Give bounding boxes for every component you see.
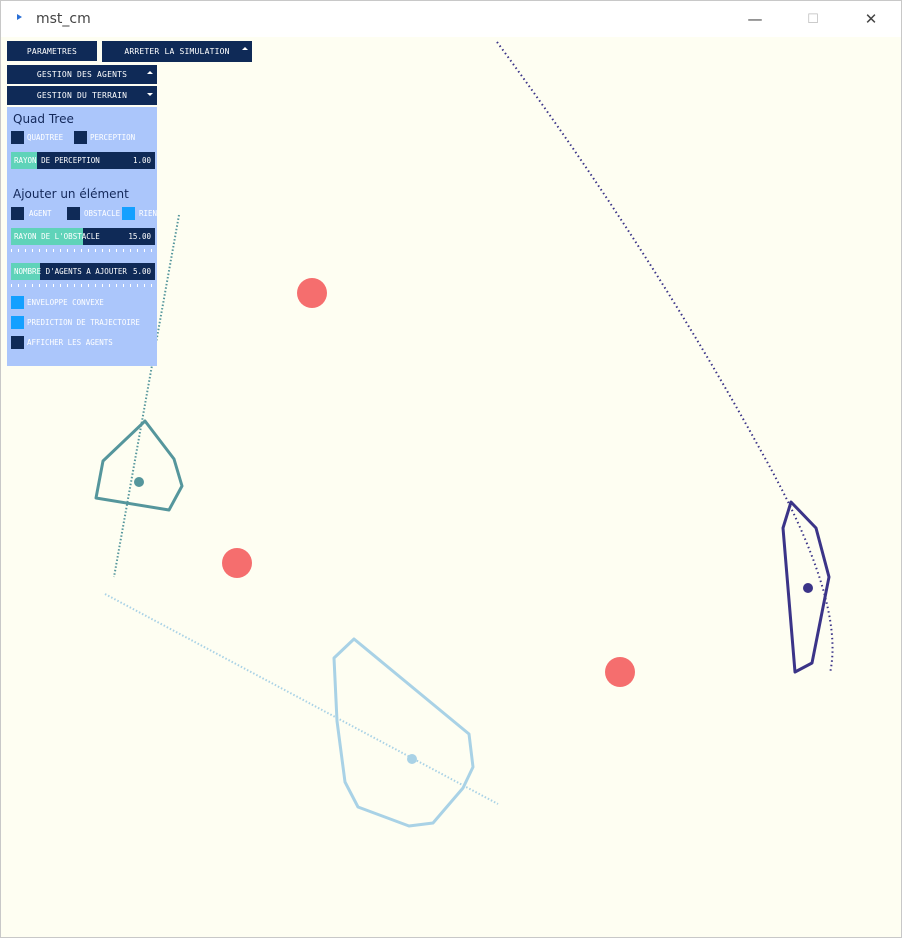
slider-ticks [11, 249, 155, 252]
quadtree-checkbox[interactable] [11, 131, 24, 144]
stop-simulation-button[interactable]: ARRETER LA SIMULATION [102, 41, 252, 62]
simulation-canvas[interactable]: PARAMETRES ARRETER LA SIMULATION GESTION… [1, 37, 901, 937]
convex-hull-lightblue [332, 637, 475, 828]
close-button[interactable]: ✕ [842, 1, 900, 37]
quadtree-label: QUADTREE [27, 133, 64, 142]
stop-simulation-label: ARRETER LA SIMULATION [124, 47, 230, 56]
trajectory-prediction-checkbox[interactable] [11, 316, 24, 329]
slider-value: 1.00 [132, 156, 151, 165]
gestion-agents-label: GESTION DES AGENTS [36, 70, 128, 79]
agent-checkbox[interactable] [11, 207, 24, 220]
obstacle[interactable] [297, 278, 327, 308]
show-agents-checkbox[interactable] [11, 336, 24, 349]
slider-ticks [11, 284, 155, 287]
obstacle-checkbox[interactable] [67, 207, 80, 220]
chevron-up-icon [242, 47, 248, 50]
obstacle-radius-slider[interactable]: RAYON DE L'OBSTACLE 15.00 [11, 228, 155, 245]
perception-checkbox[interactable] [74, 131, 87, 144]
rien-checkbox[interactable] [122, 207, 135, 220]
trajectory-prediction-purple [496, 41, 834, 674]
slider-label: NOMBRE D'AGENTS A AJOUTER [14, 267, 127, 276]
chevron-down-icon [147, 93, 153, 96]
agent-lightblue[interactable] [407, 754, 417, 764]
add-element-heading: Ajouter un élément [13, 187, 129, 201]
maximize-button[interactable]: ☐ [784, 1, 842, 37]
app-icon [17, 14, 22, 20]
parametres-button[interactable]: PARAMETRES [7, 41, 97, 61]
slider-value: 5.00 [132, 267, 151, 276]
chevron-up-icon [147, 71, 153, 74]
app-window: mst_cm — ☐ ✕ PARAMETRES ARRETER LA SIMUL… [0, 0, 902, 938]
convex-hull-label: ENVELOPPE CONVEXE [27, 298, 104, 307]
slider-value: 15.00 [128, 232, 151, 241]
minimize-button[interactable]: — [726, 1, 784, 37]
slider-label: RAYON DE L'OBSTACLE [14, 232, 100, 241]
quadtree-heading: Quad Tree [13, 112, 74, 126]
trajectory-prediction-label: PREDICTION DE TRAJECTOIRE [27, 318, 140, 327]
trajectory-prediction-lightblue [104, 593, 499, 805]
perception-radius-slider[interactable]: RAYON DE PERCEPTION 1.00 [11, 152, 155, 169]
convex-hull-teal [94, 419, 184, 512]
obstacle[interactable] [222, 548, 252, 578]
agent-label: AGENT [29, 209, 52, 218]
agent-purple[interactable] [803, 583, 813, 593]
agent-teal[interactable] [134, 477, 144, 487]
gestion-agents-button[interactable]: GESTION DES AGENTS [7, 65, 157, 84]
gestion-terrain-button[interactable]: GESTION DU TERRAIN [7, 86, 157, 105]
parametres-label: PARAMETRES [26, 46, 78, 56]
obstacle[interactable] [605, 657, 635, 687]
agents-count-slider[interactable]: NOMBRE D'AGENTS A AJOUTER 5.00 [11, 263, 155, 280]
show-agents-label: AFFICHER LES AGENTS [27, 338, 113, 347]
slider-label: RAYON DE PERCEPTION [14, 156, 100, 165]
title-bar[interactable]: mst_cm — ☐ ✕ [1, 1, 901, 37]
convex-hull-checkbox[interactable] [11, 296, 24, 309]
window-title: mst_cm [36, 11, 91, 27]
rien-label: RIEN [139, 209, 158, 218]
terrain-panel: Quad Tree QUADTREE PERCEPTION RAYON DE P… [7, 107, 157, 366]
gestion-terrain-label: GESTION DU TERRAIN [36, 91, 128, 100]
perception-label: PERCEPTION [90, 133, 136, 142]
obstacle-label: OBSTACLE [84, 209, 121, 218]
